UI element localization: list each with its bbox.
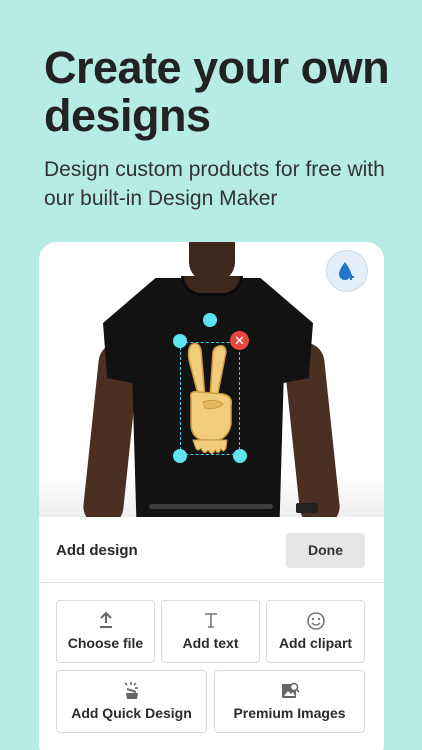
add-quick-design-label: Add Quick Design xyxy=(71,705,192,721)
done-button[interactable]: Done xyxy=(286,533,365,568)
droplet-plus-icon xyxy=(339,262,354,280)
text-icon xyxy=(204,613,217,628)
product-preview[interactable]: ✕ xyxy=(39,242,384,517)
resize-handle-bottom-right[interactable] xyxy=(233,449,247,463)
horizontal-scrollbar[interactable] xyxy=(149,504,273,509)
promo-headline: Create your own designs xyxy=(44,42,390,141)
add-text-label: Add text xyxy=(182,635,239,651)
choose-file-button[interactable]: Choose file xyxy=(56,600,155,663)
add-text-button[interactable]: Add text xyxy=(161,600,260,663)
smiley-icon xyxy=(306,612,325,630)
color-picker-button[interactable] xyxy=(326,250,368,292)
premium-images-label: Premium Images xyxy=(233,705,346,721)
image-search-icon xyxy=(281,682,300,698)
wristwatch xyxy=(296,503,318,513)
premium-images-button[interactable]: Premium Images xyxy=(214,670,365,733)
delete-design-button[interactable]: ✕ xyxy=(230,331,249,350)
rotate-handle[interactable] xyxy=(203,313,217,327)
close-icon: ✕ xyxy=(234,333,245,348)
choose-file-label: Choose file xyxy=(67,635,144,651)
add-clipart-label: Add clipart xyxy=(278,635,353,651)
add-quick-design-button[interactable]: Add Quick Design xyxy=(56,670,207,733)
resize-handle-bottom-left[interactable] xyxy=(173,449,187,463)
resize-handle-top-left[interactable] xyxy=(173,334,187,348)
promo-subheadline: Design custom products for free with our… xyxy=(44,158,385,210)
magic-wand-icon xyxy=(123,682,138,699)
design-selection-box xyxy=(180,342,240,455)
upload-icon xyxy=(99,611,112,628)
panel-header: Add design Done xyxy=(39,517,384,583)
panel-title: Add design xyxy=(56,542,138,559)
add-clipart-button[interactable]: Add clipart xyxy=(266,600,365,663)
design-maker-card: ✕ Add design Done Choose file Add text A… xyxy=(39,242,384,750)
